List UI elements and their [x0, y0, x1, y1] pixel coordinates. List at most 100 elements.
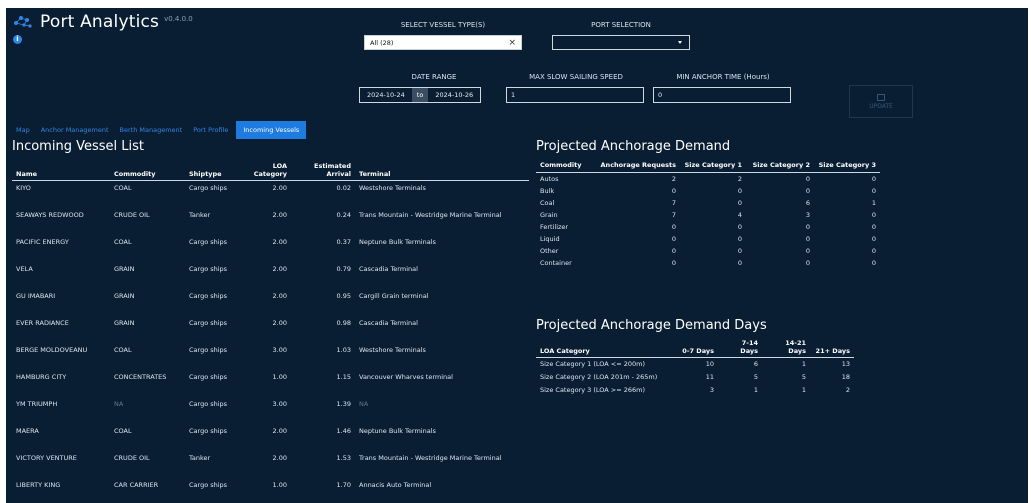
- demand-size-1: 0: [737, 259, 742, 267]
- table-row[interactable]: MAERA COAL Cargo ships 2.00 1.46 Neptune…: [12, 424, 529, 451]
- demand-requests: 7: [671, 199, 676, 207]
- days-7-14: 5: [753, 372, 758, 381]
- col-estimated-arrival[interactable]: Estimated Arrival: [291, 160, 355, 181]
- port-selection-dropdown[interactable]: [552, 35, 690, 50]
- table-row[interactable]: VICTORY VENTURE CRUDE OIL Tanker 2.00 1.…: [12, 451, 529, 478]
- days-7-14: 1: [753, 385, 758, 394]
- col-terminal[interactable]: Terminal: [355, 160, 529, 181]
- vessel-name: HAMBURG CITY: [16, 372, 67, 381]
- tab-map[interactable]: Map: [13, 121, 33, 139]
- days-14-21: 1: [801, 385, 806, 394]
- demand-commodity: Bulk: [540, 187, 555, 195]
- vessel-commodity: GRAIN: [114, 318, 135, 327]
- clear-icon[interactable]: ×: [508, 38, 516, 48]
- vessel-arrival: 0.95: [336, 291, 351, 300]
- update-button[interactable]: UPDATE: [849, 85, 913, 118]
- vessel-shiptype: Cargo ships: [189, 480, 228, 489]
- col-7-14-days[interactable]: 7-14 Days: [718, 337, 762, 358]
- min-anchor-input[interactable]: 0: [653, 87, 791, 103]
- vessel-loa: 2.00: [272, 426, 287, 435]
- table-row[interactable]: HAMBURG CITY CONCENTRATES Cargo ships 1.…: [12, 370, 529, 397]
- demand-size-1: 0: [737, 235, 742, 243]
- table-row[interactable]: SEAWAYS REDWOOD CRUDE OIL Tanker 2.00 0.…: [12, 208, 529, 235]
- vessel-type-label: SELECT VESSEL TYPE(S): [400, 21, 486, 29]
- vessel-commodity: COAL: [114, 184, 132, 192]
- col-size-category-3[interactable]: Size Category 3: [814, 159, 880, 173]
- demand-commodity: Other: [540, 247, 559, 255]
- col-commodity[interactable]: Commodity: [536, 159, 592, 173]
- vessel-name: VICTORY VENTURE: [16, 453, 77, 462]
- vessel-commodity: NA: [114, 399, 124, 408]
- col-21-plus-days[interactable]: 21+ Days: [810, 337, 854, 358]
- vessel-type-select[interactable]: All (28) ×: [364, 35, 522, 50]
- vessel-table: Name Commodity Shiptype LOA Category Esti…: [12, 160, 529, 503]
- table-row[interactable]: GU IMABARI GRAIN Cargo ships 2.00 0.95 C…: [12, 289, 529, 316]
- vessel-commodity: CRUDE OIL: [114, 453, 150, 462]
- tab-berth-management[interactable]: Berth Management: [117, 121, 186, 139]
- max-speed-input[interactable]: 1: [506, 87, 644, 103]
- table-row[interactable]: BERGE MOLDOVEANU COAL Cargo ships 3.00 1…: [12, 343, 529, 370]
- table-row[interactable]: LIBERTY KING CAR CARRIER Cargo ships 1.0…: [12, 478, 529, 503]
- vessel-commodity: GRAIN: [114, 264, 135, 273]
- vessel-name: SEAWAYS REDWOOD: [16, 210, 84, 219]
- table-row: Other 0 0 0 0: [536, 245, 880, 257]
- date-start-input[interactable]: 2024-10-24: [360, 88, 412, 102]
- tab-bar: Map Anchor Management Berth Management P…: [13, 121, 311, 139]
- col-loa-line1: LOA: [272, 162, 287, 170]
- vessel-loa: 3.00: [272, 345, 287, 354]
- col-loa-category[interactable]: LOA Category: [247, 160, 291, 181]
- tab-port-profile[interactable]: Port Profile: [190, 121, 231, 139]
- demand-size-2: 0: [805, 187, 810, 195]
- date-end-input[interactable]: 2024-10-26: [428, 88, 480, 102]
- col-commodity[interactable]: Commodity: [110, 160, 185, 181]
- vessel-arrival: 1.53: [336, 453, 351, 462]
- vessel-arrival: 0.24: [336, 210, 351, 219]
- col-size-category-1[interactable]: Size Category 1: [680, 159, 746, 173]
- table-row[interactable]: YM TRIUMPH NA Cargo ships 3.00 1.39 NA: [12, 397, 529, 424]
- demand-size-3: 0: [871, 187, 876, 195]
- demand-requests: 2: [671, 175, 676, 183]
- table-row: Size Category 1 (LOA <= 200m) 10 6 1 13: [536, 358, 854, 371]
- col-size-category-2[interactable]: Size Category 2: [746, 159, 814, 173]
- vessel-loa: 2.00: [272, 184, 287, 192]
- tab-incoming-vessels[interactable]: Incoming Vessels: [236, 121, 307, 139]
- vessel-shiptype: Cargo ships: [189, 264, 228, 273]
- col-shiptype[interactable]: Shiptype: [185, 160, 247, 181]
- vessel-commodity: COAL: [114, 426, 132, 435]
- col-14-21-days[interactable]: 14-21 Days: [762, 337, 810, 358]
- tab-anchor-management[interactable]: Anchor Management: [38, 121, 112, 139]
- vessel-shiptype: Cargo ships: [189, 372, 228, 381]
- vessel-arrival: 0.37: [336, 237, 351, 246]
- demand-size-2: 0: [805, 247, 810, 255]
- vessel-shiptype: Cargo ships: [189, 399, 228, 408]
- vessel-loa: 2.00: [272, 264, 287, 273]
- table-row: Size Category 2 (LOA 201m - 265m) 11 5 5…: [536, 371, 854, 384]
- col-loa-category[interactable]: LOA Category: [536, 337, 674, 358]
- demand-size-3: 0: [871, 259, 876, 267]
- vessel-terminal: Neptune Bulk Terminals: [359, 426, 436, 435]
- table-row[interactable]: PACIFIC ENERGY COAL Cargo ships 2.00 0.3…: [12, 235, 529, 262]
- vessel-name: VELA: [16, 264, 33, 273]
- col-name[interactable]: Name: [12, 160, 110, 181]
- vessel-commodity: COAL: [114, 237, 132, 246]
- table-row[interactable]: VELA GRAIN Cargo ships 2.00 0.79 Cascadi…: [12, 262, 529, 289]
- vessel-loa: 2.00: [272, 453, 287, 462]
- table-row[interactable]: EVER RADIANCE GRAIN Cargo ships 2.00 0.9…: [12, 316, 529, 343]
- vessel-arrival: 0.79: [336, 264, 351, 273]
- demand-size-3: 0: [871, 223, 876, 231]
- vessel-commodity: CAR CARRIER: [114, 480, 159, 489]
- vessel-loa: 2.00: [272, 291, 287, 300]
- table-row[interactable]: KIYO COAL Cargo ships 2.00 0.02 Westshor…: [12, 181, 529, 208]
- info-icon[interactable]: i: [13, 35, 22, 44]
- vessel-name: YM TRIUMPH: [16, 399, 58, 408]
- demand-size-3: 1: [871, 199, 876, 207]
- col-0-7-days[interactable]: 0-7 Days: [674, 337, 718, 358]
- demand-requests: 0: [671, 235, 676, 243]
- col-anchorage-requests[interactable]: Anchorage Requests: [592, 159, 680, 173]
- date-range-separator: to: [411, 88, 429, 102]
- vessel-name: KIYO: [16, 184, 31, 192]
- demand-commodity: Grain: [540, 211, 558, 219]
- demand-size-2: 0: [805, 223, 810, 231]
- date-range-picker[interactable]: 2024-10-24 to 2024-10-26: [359, 87, 482, 103]
- vessel-arrival: 1.15: [336, 372, 351, 381]
